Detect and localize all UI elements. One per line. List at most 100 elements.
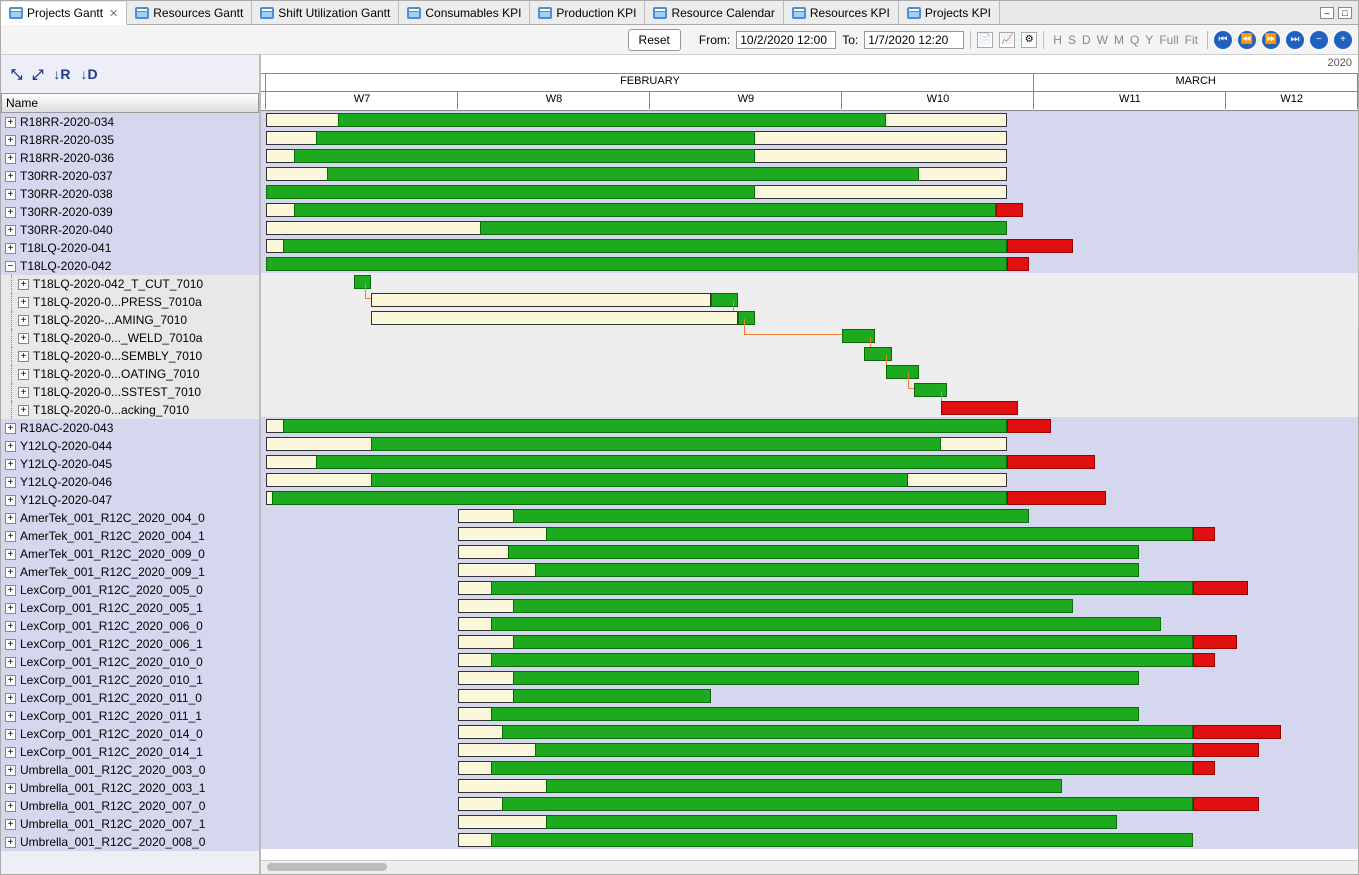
zoom-full-button[interactable]: Full — [1156, 33, 1181, 47]
task-bar-overrun[interactable] — [1007, 455, 1095, 469]
collapse-in-icon[interactable]: ⤡ — [11, 66, 22, 83]
nav-prev-button[interactable]: ⏪ — [1238, 31, 1256, 49]
expand-toggle[interactable]: + — [18, 279, 29, 290]
expand-toggle[interactable]: + — [5, 729, 16, 740]
tab-resources-gantt[interactable]: Resources Gantt — [127, 1, 252, 24]
tree-row[interactable]: +AmerTek_001_R12C_2020_009_1 — [1, 563, 259, 581]
expand-toggle[interactable]: + — [5, 441, 16, 452]
tree-row[interactable]: +T18LQ-2020-0...SSTEST_7010 — [1, 383, 259, 401]
tree-row[interactable]: +Y12LQ-2020-045 — [1, 455, 259, 473]
gantt-row[interactable] — [261, 813, 1358, 831]
gantt-hscrollbar[interactable] — [261, 860, 1358, 874]
gantt-row[interactable] — [261, 399, 1358, 417]
tree-row[interactable]: +Umbrella_001_R12C_2020_003_1 — [1, 779, 259, 797]
expand-toggle[interactable]: + — [5, 837, 16, 848]
expand-toggle[interactable]: + — [5, 603, 16, 614]
tree-row[interactable]: +AmerTek_001_R12C_2020_009_0 — [1, 545, 259, 563]
gantt-row[interactable] — [261, 183, 1358, 201]
task-bar-progress[interactable] — [294, 203, 996, 217]
tab-resource-calendar[interactable]: Resource Calendar — [645, 1, 783, 24]
gantt-row[interactable] — [261, 165, 1358, 183]
tab-projects-kpi[interactable]: Projects KPI — [899, 1, 1000, 24]
tree-row[interactable]: +T18LQ-2020-0...acking_7010 — [1, 401, 259, 419]
maximize-button[interactable]: □ — [1338, 7, 1352, 19]
gantt-row[interactable] — [261, 615, 1358, 633]
expand-toggle[interactable]: + — [5, 801, 16, 812]
tree-header-name[interactable]: Name — [1, 93, 259, 113]
task-bar-progress[interactable] — [491, 707, 1138, 721]
task-bar-progress[interactable] — [513, 509, 1029, 523]
zoom-fit-button[interactable]: Fit — [1182, 33, 1201, 47]
expand-toggle[interactable]: + — [18, 405, 29, 416]
expand-toggle[interactable]: + — [5, 531, 16, 542]
expand-toggle[interactable]: + — [5, 189, 16, 200]
tree-row[interactable]: +Umbrella_001_R12C_2020_007_1 — [1, 815, 259, 833]
expand-toggle[interactable]: + — [5, 819, 16, 830]
expand-toggle[interactable]: + — [5, 225, 16, 236]
tab-projects-gantt[interactable]: Projects Gantt✕ — [1, 2, 127, 25]
expand-toggle[interactable]: − — [5, 261, 16, 272]
gantt-row[interactable] — [261, 759, 1358, 777]
gantt-row[interactable] — [261, 633, 1358, 651]
zoom-h-button[interactable]: H — [1050, 33, 1065, 47]
tree-row[interactable]: +T18LQ-2020-0...SEMBLY_7010 — [1, 347, 259, 365]
expand-toggle[interactable]: + — [5, 117, 16, 128]
tree-row[interactable]: +Umbrella_001_R12C_2020_003_0 — [1, 761, 259, 779]
tree-row[interactable]: +T18LQ-2020-0..._WELD_7010a — [1, 329, 259, 347]
tab-shift-utilization-gantt[interactable]: Shift Utilization Gantt — [252, 1, 399, 24]
task-bar-progress[interactable] — [491, 581, 1193, 595]
gantt-row[interactable] — [261, 723, 1358, 741]
task-bar-overrun[interactable] — [1193, 761, 1215, 775]
gantt-row[interactable] — [261, 579, 1358, 597]
gantt-row[interactable] — [261, 381, 1358, 399]
task-bar-progress[interactable] — [491, 617, 1160, 631]
gantt-row[interactable] — [261, 147, 1358, 165]
zoom-s-button[interactable]: S — [1065, 33, 1079, 47]
task-bar-overrun[interactable] — [1007, 257, 1029, 271]
task-bar-progress[interactable] — [502, 797, 1193, 811]
expand-toggle[interactable]: + — [5, 765, 16, 776]
task-bar-progress[interactable] — [266, 257, 1006, 271]
expand-toggle[interactable]: + — [5, 639, 16, 650]
gantt-row[interactable] — [261, 687, 1358, 705]
task-bar-progress[interactable] — [546, 779, 1062, 793]
tree-row[interactable]: +R18RR-2020-036 — [1, 149, 259, 167]
tree-row[interactable]: +R18AC-2020-043 — [1, 419, 259, 437]
tree-row[interactable]: +T18LQ-2020-042_T_CUT_7010 — [1, 275, 259, 293]
gantt-row[interactable] — [261, 831, 1358, 849]
expand-toggle[interactable]: + — [5, 207, 16, 218]
task-bar-overrun[interactable] — [996, 203, 1023, 217]
gantt-row[interactable] — [261, 507, 1358, 525]
tree-row[interactable]: +T18LQ-2020-0...OATING_7010 — [1, 365, 259, 383]
gantt-row[interactable] — [261, 489, 1358, 507]
expand-toggle[interactable]: + — [18, 297, 29, 308]
tab-production-kpi[interactable]: Production KPI — [530, 1, 645, 24]
gantt-row[interactable] — [261, 111, 1358, 129]
expand-toggle[interactable]: + — [5, 549, 16, 560]
tree-row[interactable]: +AmerTek_001_R12C_2020_004_1 — [1, 527, 259, 545]
tree-row[interactable]: +T30RR-2020-037 — [1, 167, 259, 185]
tree-row[interactable]: +LexCorp_001_R12C_2020_011_0 — [1, 689, 259, 707]
sort-r-icon[interactable]: ↓R — [53, 66, 70, 82]
task-bar-progress[interactable] — [491, 833, 1193, 847]
minimize-button[interactable]: – — [1320, 7, 1334, 19]
task-bar-progress[interactable] — [283, 419, 1007, 433]
chart-icon[interactable]: 📈 — [999, 32, 1015, 48]
expand-toggle[interactable]: + — [5, 423, 16, 434]
to-date-input[interactable] — [864, 31, 964, 49]
task-bar-progress[interactable] — [371, 473, 909, 487]
gantt-row[interactable] — [261, 543, 1358, 561]
expand-toggle[interactable]: + — [5, 513, 16, 524]
tree-row[interactable]: +T18LQ-2020-0...PRESS_7010a — [1, 293, 259, 311]
expand-toggle[interactable]: + — [18, 333, 29, 344]
tree-row[interactable]: +LexCorp_001_R12C_2020_010_1 — [1, 671, 259, 689]
tree-row[interactable]: +LexCorp_001_R12C_2020_006_1 — [1, 635, 259, 653]
task-bar-outline[interactable] — [371, 293, 711, 307]
project-tree[interactable]: +R18RR-2020-034+R18RR-2020-035+R18RR-202… — [1, 113, 259, 874]
expand-toggle[interactable]: + — [5, 477, 16, 488]
expand-toggle[interactable]: + — [5, 693, 16, 704]
expand-toggle[interactable]: + — [5, 243, 16, 254]
tree-row[interactable]: +LexCorp_001_R12C_2020_014_1 — [1, 743, 259, 761]
notes-icon[interactable]: 📄 — [977, 32, 993, 48]
task-bar-progress[interactable] — [491, 761, 1193, 775]
